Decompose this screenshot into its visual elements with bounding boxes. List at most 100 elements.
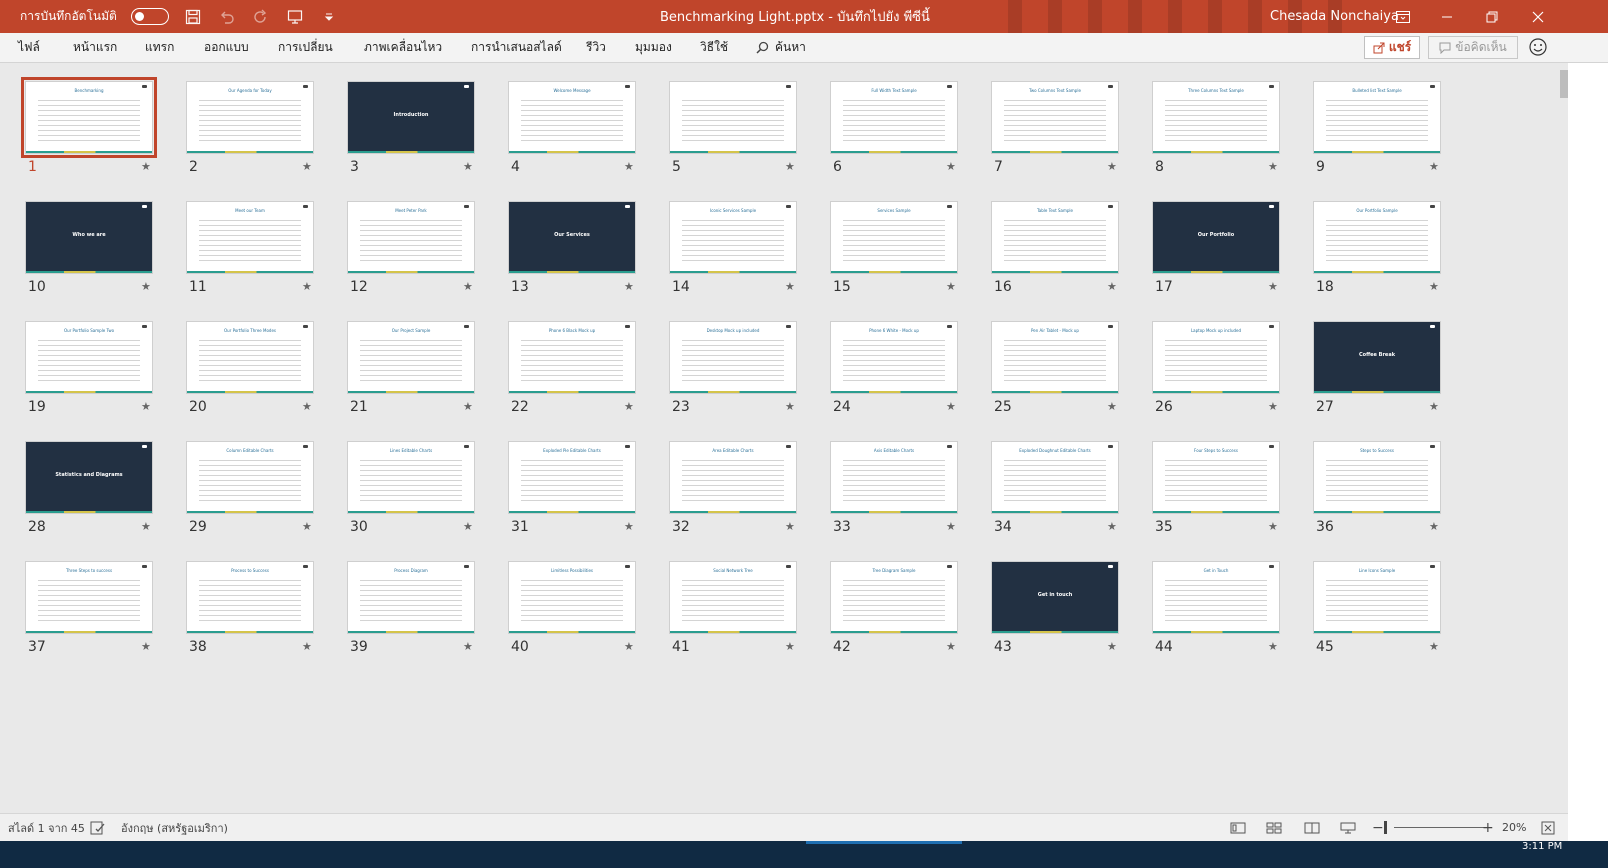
transition-star-icon[interactable]: ★ [1268,520,1278,533]
slide-thumbnail[interactable]: Phone 6 White - Mock up [830,321,958,394]
slide-thumbnail[interactable]: Introduction [347,81,475,154]
slide-thumbnail[interactable]: Our Portfolio [1152,201,1280,274]
restore-icon[interactable] [1470,0,1514,33]
transition-star-icon[interactable]: ★ [1268,400,1278,413]
transition-star-icon[interactable]: ★ [1429,280,1439,293]
transition-star-icon[interactable]: ★ [1107,280,1117,293]
slide-thumbnail[interactable]: Social Network Tree [669,561,797,634]
customize-toolbar-icon[interactable] [319,7,339,27]
transition-star-icon[interactable]: ★ [946,520,956,533]
slide-thumbnail[interactable]: Our Services [508,201,636,274]
transition-star-icon[interactable]: ★ [463,160,473,173]
transition-star-icon[interactable]: ★ [302,520,312,533]
tab-home[interactable]: หน้าแรก [73,33,117,62]
save-icon[interactable] [183,7,203,27]
slide-sorter-view-icon[interactable] [1266,814,1282,841]
transition-star-icon[interactable]: ★ [946,160,956,173]
slide-thumbnail[interactable]: Benchmarking [21,77,157,158]
tab-design[interactable]: ออกแบบ [204,33,249,62]
slide-thumbnail[interactable]: Laptop Mock up included [1152,321,1280,394]
language-indicator[interactable]: อังกฤษ (สหรัฐอเมริกา) [121,814,228,841]
slide-thumbnail[interactable]: Process to Success [186,561,314,634]
ribbon-display-options-icon[interactable] [1381,0,1425,33]
transition-star-icon[interactable]: ★ [1268,160,1278,173]
tab-review[interactable]: รีวิว [586,33,606,62]
transition-star-icon[interactable]: ★ [1268,280,1278,293]
slide-thumbnail[interactable]: Our Portfolio Three Modes [186,321,314,394]
slide-thumbnail[interactable]: Line Icons Sample [1313,561,1441,634]
slide-thumbnail[interactable]: Axis Editable Charts [830,441,958,514]
slide-thumbnail[interactable]: Iconic Services Sample [669,201,797,274]
transition-star-icon[interactable]: ★ [302,280,312,293]
scrollbar-thumb[interactable] [1560,70,1568,98]
close-icon[interactable] [1516,0,1560,33]
transition-star-icon[interactable]: ★ [141,400,151,413]
transition-star-icon[interactable]: ★ [624,640,634,653]
transition-star-icon[interactable]: ★ [785,160,795,173]
slide-thumbnail[interactable]: Welcome Message [508,81,636,154]
zoom-level[interactable]: 20% [1502,814,1526,841]
transition-star-icon[interactable]: ★ [785,520,795,533]
tab-insert[interactable]: แทรก [145,33,174,62]
slide-thumbnail[interactable]: Four Steps to Success [1152,441,1280,514]
slide-thumbnail[interactable]: Table Text Sample [991,201,1119,274]
transition-star-icon[interactable]: ★ [785,280,795,293]
transition-star-icon[interactable]: ★ [624,280,634,293]
slide-thumbnail[interactable]: Full Width Text Sample [830,81,958,154]
slide-thumbnail[interactable]: Statistics and Diagrams [25,441,153,514]
start-slideshow-icon[interactable] [285,7,305,27]
redo-icon[interactable] [251,7,271,27]
slide-thumbnail[interactable]: Services Sample [830,201,958,274]
minimize-icon[interactable] [1425,0,1469,33]
slide-thumbnail[interactable] [669,81,797,154]
fit-to-window-icon[interactable] [1541,814,1555,841]
slide-thumbnail[interactable]: Three Steps to success [25,561,153,634]
transition-star-icon[interactable]: ★ [1107,520,1117,533]
slide-thumbnail[interactable]: Tree Diagram Sample [830,561,958,634]
share-button[interactable]: แชร์ [1364,36,1420,59]
slide-thumbnail[interactable]: Phone 6 Black Mock up [508,321,636,394]
slide-thumbnail[interactable]: Our Agenda for Today [186,81,314,154]
tell-me-search[interactable]: ค้นหา [756,33,806,62]
tab-slideshow[interactable]: การนำเสนอสไลด์ [471,33,562,62]
transition-star-icon[interactable]: ★ [302,160,312,173]
transition-star-icon[interactable]: ★ [463,640,473,653]
transition-star-icon[interactable]: ★ [1429,640,1439,653]
slide-thumbnail[interactable]: Who we are [25,201,153,274]
slide-thumbnail[interactable]: Column Editable Charts [186,441,314,514]
slide-thumbnail[interactable]: Bulleted list Text Sample [1313,81,1441,154]
slide-thumbnail[interactable]: Exploded Pie Editable Charts [508,441,636,514]
transition-star-icon[interactable]: ★ [1268,640,1278,653]
transition-star-icon[interactable]: ★ [1107,160,1117,173]
slide-thumbnail[interactable]: Get in touch [991,561,1119,634]
transition-star-icon[interactable]: ★ [624,520,634,533]
slide-thumbnail[interactable]: Three Columns Text Sample [1152,81,1280,154]
transition-star-icon[interactable]: ★ [785,400,795,413]
transition-star-icon[interactable]: ★ [946,640,956,653]
slide-thumbnail[interactable]: Exploded Doughnut Editable Charts [991,441,1119,514]
normal-view-icon[interactable] [1230,814,1246,841]
feedback-smiley-icon[interactable] [1528,37,1548,57]
transition-star-icon[interactable]: ★ [624,400,634,413]
slide-thumbnail[interactable]: Process Diagram [347,561,475,634]
tab-transitions[interactable]: การเปลี่ยน [278,33,333,62]
transition-star-icon[interactable]: ★ [1429,160,1439,173]
vertical-scrollbar[interactable] [1560,63,1568,813]
tab-animations[interactable]: ภาพเคลื่อนไหว [364,33,442,62]
transition-star-icon[interactable]: ★ [302,640,312,653]
user-name[interactable]: Chesada Nonchaiya [1270,0,1399,33]
slide-thumbnail[interactable]: Meet Peter Park [347,201,475,274]
transition-star-icon[interactable]: ★ [624,160,634,173]
transition-star-icon[interactable]: ★ [463,280,473,293]
slide-thumbnail[interactable]: Meet our Team [186,201,314,274]
transition-star-icon[interactable]: ★ [463,520,473,533]
transition-star-icon[interactable]: ★ [463,400,473,413]
transition-star-icon[interactable]: ★ [141,280,151,293]
slide-thumbnail[interactable]: Steps to Success [1313,441,1441,514]
slide-thumbnail[interactable]: Lines Editable Charts [347,441,475,514]
transition-star-icon[interactable]: ★ [141,160,151,173]
slide-thumbnail[interactable]: Pen Air Tablet - Mock up [991,321,1119,394]
comments-button[interactable]: ข้อคิดเห็น [1428,36,1518,59]
slide-thumbnail[interactable]: Area Editable Charts [669,441,797,514]
transition-star-icon[interactable]: ★ [946,280,956,293]
